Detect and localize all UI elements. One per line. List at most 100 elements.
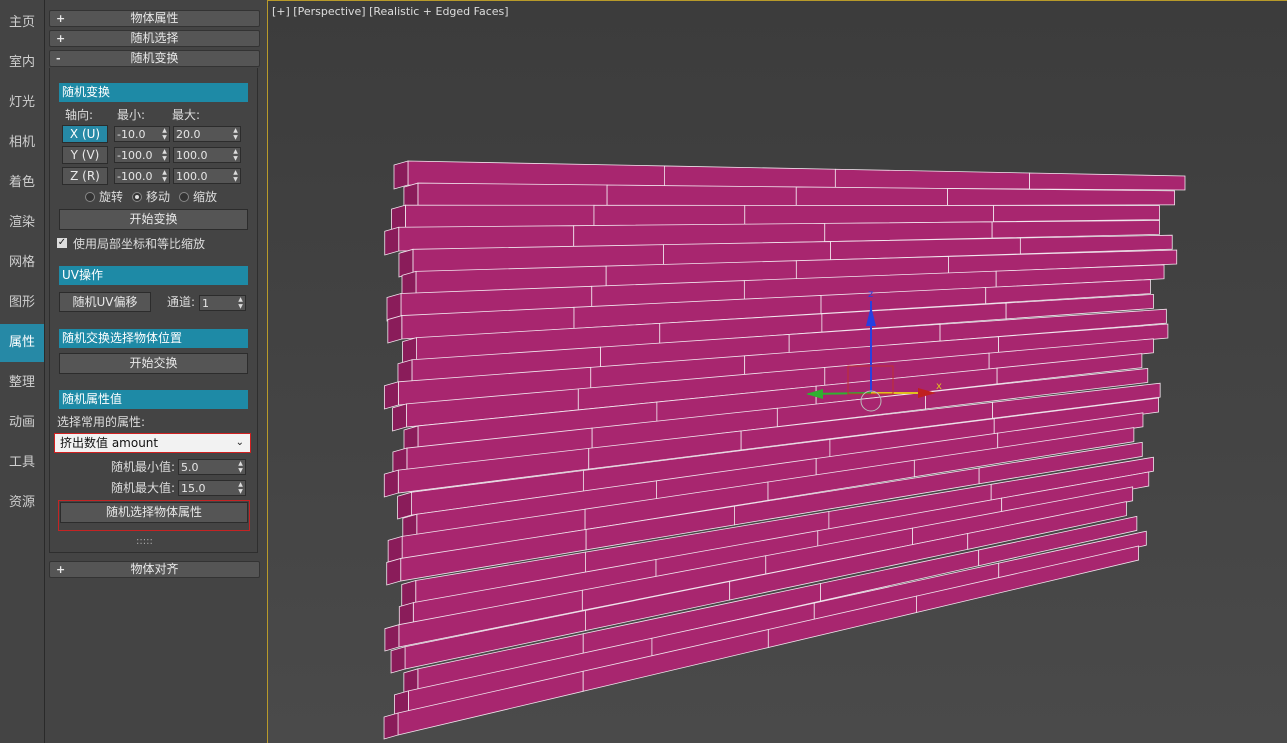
tab-animation[interactable]: 动画 — [0, 404, 44, 442]
brick[interactable] — [991, 219, 1160, 239]
scale-radio[interactable] — [179, 192, 189, 202]
tab-mesh[interactable]: 网格 — [0, 244, 44, 282]
random-max-spinner[interactable]: 15.0 ▲ ▼ — [178, 480, 246, 496]
section-random-attr: 随机属性值 — [59, 390, 248, 409]
command-panel: + 物体属性 + 随机选择 - 随机变换 随机变换 轴向: 最小: 最大: X … — [45, 0, 264, 743]
brick-end-face — [384, 226, 400, 256]
spinner-value: -100.0 — [117, 149, 153, 162]
rollout-title: 随机变换 — [130, 51, 179, 65]
channel-spinner[interactable]: 1 ▲ ▼ — [199, 295, 246, 311]
axis-x-button[interactable]: X (U) — [62, 125, 108, 143]
brick-end-face — [392, 403, 407, 432]
spinner-arrows-icon[interactable]: ▲ ▼ — [236, 481, 245, 495]
random-max-label: 随机最大值: — [111, 481, 176, 495]
gizmo-z-label: z — [868, 289, 873, 300]
start-transform-button[interactable]: 开始变换 — [59, 209, 248, 230]
random-min-spinner[interactable]: 5.0 ▲ ▼ — [178, 459, 246, 475]
random-select-attr-button[interactable]: 随机选择物体属性 — [60, 502, 248, 523]
brick[interactable] — [593, 204, 746, 228]
tab-properties[interactable]: 属性 — [0, 324, 44, 362]
spinner-arrows-icon[interactable]: ▲ ▼ — [236, 296, 245, 310]
tab-interior[interactable]: 室内 — [0, 44, 44, 82]
perspective-viewport[interactable]: x z [+] [Perspective] [Realistic + Edged… — [267, 0, 1287, 743]
brick[interactable] — [834, 168, 1030, 190]
channel-label: 通道: — [167, 295, 196, 309]
brick[interactable] — [993, 205, 1160, 223]
rollout-random-select[interactable]: + 随机选择 — [49, 30, 260, 47]
chevron-down-icon: ⌄ — [235, 437, 244, 448]
z-max-spinner[interactable]: 100.0 ▲ ▼ — [173, 168, 241, 184]
scene-canvas[interactable]: x z — [268, 1, 1287, 743]
brick[interactable] — [664, 165, 836, 189]
brick[interactable] — [407, 160, 665, 188]
spinner-arrows-icon[interactable]: ▲ ▼ — [236, 460, 245, 474]
brick-end-face — [397, 491, 412, 520]
tab-cameras[interactable]: 相机 — [0, 124, 44, 162]
move-radio[interactable] — [132, 192, 142, 202]
tab-organize[interactable]: 整理 — [0, 364, 44, 402]
local-coords-label: 使用局部坐标和等比缩放 — [73, 237, 206, 251]
expand-icon: + — [56, 32, 66, 45]
spinner-arrows-icon[interactable]: ▲ ▼ — [231, 169, 240, 183]
collapse-icon: - — [56, 52, 61, 65]
start-swap-button[interactable]: 开始交换 — [59, 353, 248, 374]
tab-shading[interactable]: 着色 — [0, 164, 44, 202]
tab-tools[interactable]: 工具 — [0, 444, 44, 482]
axis-y-button[interactable]: Y (V) — [62, 146, 108, 164]
z-min-spinner[interactable]: -100.0 ▲ ▼ — [114, 168, 170, 184]
spinner-arrows-icon[interactable]: ▲ ▼ — [231, 127, 240, 141]
rollout-title: 随机选择 — [130, 31, 179, 45]
brick[interactable] — [947, 188, 1176, 206]
random-min-label: 随机最小值: — [111, 460, 176, 474]
rollout-object-properties[interactable]: + 物体属性 — [49, 10, 260, 27]
axis-z-button[interactable]: Z (R) — [62, 167, 108, 185]
checkbox-icon[interactable]: ✓ — [57, 238, 67, 248]
brick[interactable] — [1029, 172, 1186, 191]
spinner-value: 100.0 — [176, 149, 208, 162]
spinner-arrows-icon[interactable]: ▲ ▼ — [160, 127, 169, 141]
spinner-arrows-icon[interactable]: ▲ ▼ — [231, 148, 240, 162]
tab-lights[interactable]: 灯光 — [0, 84, 44, 122]
rotate-label: 旋转 — [99, 190, 124, 204]
y-max-spinner[interactable]: 100.0 ▲ ▼ — [173, 147, 241, 163]
rollout-object-align[interactable]: + 物体对齐 — [49, 561, 260, 578]
rollout-grip[interactable]: ::::: — [136, 535, 153, 549]
spinner-value: -100.0 — [117, 170, 153, 183]
rotate-radio[interactable] — [85, 192, 95, 202]
attribute-dropdown[interactable]: 挤出数值 amount ⌄ — [54, 433, 251, 453]
tab-assets[interactable]: 资源 — [0, 484, 44, 522]
spinner-arrows-icon[interactable]: ▲ ▼ — [160, 148, 169, 162]
spinner-value: 15.0 — [181, 482, 206, 495]
move-label: 移动 — [146, 190, 171, 204]
spinner-value: 1 — [202, 297, 209, 310]
command-tab-strip: 主页 室内 灯光 相机 着色 渲染 网格 图形 属性 整理 动画 工具 资源 — [0, 0, 45, 743]
viewport-label[interactable]: [+] [Perspective] [Realistic + Edged Fac… — [272, 5, 509, 18]
section-uv: UV操作 — [59, 266, 248, 285]
spinner-value: 20.0 — [176, 128, 201, 141]
brick-end-face — [386, 557, 402, 586]
brick-end-face — [384, 624, 400, 652]
spinner-arrows-icon[interactable]: ▲ ▼ — [160, 169, 169, 183]
tab-shapes[interactable]: 图形 — [0, 284, 44, 322]
rollout-title: 物体对齐 — [130, 562, 179, 576]
brick[interactable] — [606, 184, 797, 207]
brick-end-face — [390, 646, 406, 674]
brick-end-face — [383, 469, 399, 498]
brick-wall — [383, 160, 1186, 740]
spinner-value: -10.0 — [117, 128, 146, 141]
max-label: 最大: — [172, 108, 201, 122]
brick-end-face — [387, 315, 403, 344]
axis-label: 轴向: — [65, 108, 94, 122]
x-min-spinner[interactable]: -10.0 ▲ ▼ — [114, 126, 170, 142]
y-min-spinner[interactable]: -100.0 ▲ ▼ — [114, 147, 170, 163]
brick[interactable] — [795, 186, 949, 207]
scale-label: 缩放 — [193, 190, 218, 204]
rollout-random-transform[interactable]: - 随机变换 — [49, 50, 260, 67]
uv-offset-button[interactable]: 随机UV偏移 — [59, 292, 151, 312]
min-label: 最小: — [117, 108, 146, 122]
brick[interactable] — [417, 182, 608, 208]
tab-home[interactable]: 主页 — [0, 4, 44, 42]
x-max-spinner[interactable]: 20.0 ▲ ▼ — [173, 126, 241, 142]
section-random-transform: 随机变换 — [59, 83, 248, 102]
tab-render[interactable]: 渲染 — [0, 204, 44, 242]
